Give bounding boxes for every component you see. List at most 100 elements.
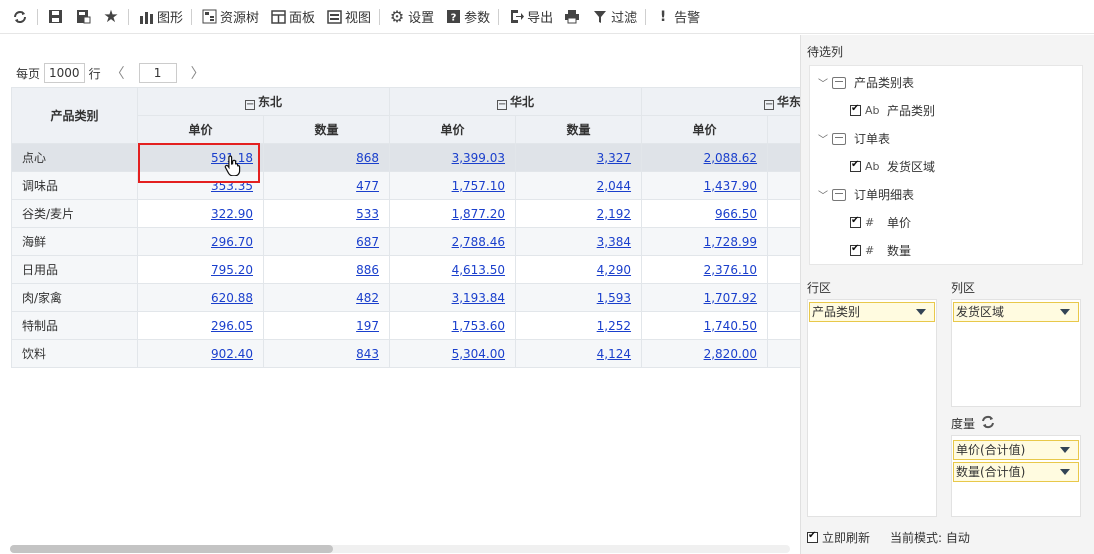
row-zone[interactable]: 产品类别: [807, 299, 937, 517]
value-link[interactable]: 533: [356, 207, 379, 221]
value-link[interactable]: 1,252: [597, 319, 631, 333]
dropdown-arrow-icon[interactable]: [916, 309, 926, 315]
dropdown-arrow-icon[interactable]: [1060, 447, 1070, 453]
region-header-huabei[interactable]: − 华北: [389, 87, 643, 116]
value-link[interactable]: 296.70: [211, 235, 253, 249]
scrollbar-thumb[interactable]: [10, 545, 333, 553]
value-link[interactable]: 1,757.10: [452, 179, 505, 193]
value-link[interactable]: 1,707.92: [704, 291, 757, 305]
dropdown-arrow-icon[interactable]: [1060, 469, 1070, 475]
value-link[interactable]: 2,088.62: [704, 151, 757, 165]
value-link[interactable]: 1,593: [597, 291, 631, 305]
value-link[interactable]: 3,399.03: [452, 151, 505, 165]
value-link[interactable]: 296.05: [211, 319, 253, 333]
collapse-icon[interactable]: −: [497, 100, 508, 110]
value-link[interactable]: 2,788.46: [452, 235, 505, 249]
value-link[interactable]: 868: [356, 151, 379, 165]
chevron-down-icon[interactable]: ﹀: [818, 131, 832, 146]
toolbar-separator: [37, 8, 38, 25]
horizontal-scrollbar[interactable]: [10, 545, 790, 553]
export-button[interactable]: 导出: [502, 4, 558, 30]
swap-icon[interactable]: [981, 415, 995, 432]
page-number-input[interactable]: 1: [138, 63, 177, 83]
field-checkbox[interactable]: [850, 215, 861, 228]
value-cell: 620.88: [137, 283, 264, 312]
favorite-button[interactable]: ★: [97, 4, 125, 30]
value-link[interactable]: 620.88: [211, 291, 253, 305]
measure-field-chip[interactable]: 数量(合计值): [953, 462, 1079, 482]
value-link[interactable]: 4,290: [597, 263, 631, 277]
next-page-button[interactable]: 〉: [191, 63, 205, 83]
save-as-button[interactable]: [69, 4, 97, 30]
value-link[interactable]: 2,044: [597, 179, 631, 193]
refresh-button[interactable]: [6, 4, 34, 30]
value-link[interactable]: 1,753.60: [452, 319, 505, 333]
chevron-down-icon[interactable]: ﹀: [818, 75, 832, 90]
value-link[interactable]: 2,192: [597, 207, 631, 221]
value-link[interactable]: 197: [356, 319, 379, 333]
svg-text:?: ?: [450, 13, 456, 24]
value-link[interactable]: 3,327: [597, 151, 631, 165]
prev-page-button[interactable]: 〈: [111, 63, 125, 83]
region-header-huadong[interactable]: − 华东: [641, 87, 800, 116]
tree-table-node[interactable]: ﹀ 订单表: [818, 130, 890, 147]
field-checkbox[interactable]: [850, 103, 861, 116]
value-link[interactable]: 687: [356, 235, 379, 249]
value-cell: 4,290: [515, 255, 643, 284]
value-link[interactable]: 3,193.84: [452, 291, 505, 305]
value-link[interactable]: 482: [356, 291, 379, 305]
value-link[interactable]: 1,728.99: [704, 235, 757, 249]
value-link[interactable]: 1,437.90: [704, 179, 757, 193]
collapse-icon[interactable]: −: [245, 100, 255, 110]
value-link[interactable]: 4,124: [597, 347, 631, 361]
value-link[interactable]: 2,376.10: [704, 263, 757, 277]
value-link[interactable]: 843: [356, 347, 379, 361]
region-header-dongbei[interactable]: − 东北: [136, 87, 391, 116]
row-field-chip[interactable]: 产品类别: [809, 302, 935, 322]
tree-field-node[interactable]: # 数量: [850, 242, 911, 259]
auto-refresh-checkbox[interactable]: [807, 530, 818, 543]
page-size-input[interactable]: 1000: [44, 63, 85, 83]
measure-field-chip[interactable]: 单价(合计值): [953, 440, 1079, 460]
field-checkbox[interactable]: [850, 159, 861, 172]
toolbar: ★ 图形 资源树 面板 视图 ⚙ 设置 ? 参数 导出 过滤 ! 告警: [0, 0, 1094, 34]
value-link[interactable]: 902.40: [211, 347, 253, 361]
value-link[interactable]: 886: [356, 263, 379, 277]
alert-button[interactable]: ! 告警: [649, 4, 705, 30]
params-button[interactable]: ? 参数: [439, 4, 495, 30]
value-link[interactable]: 795.20: [211, 263, 253, 277]
tree-field-node[interactable]: # 单价: [850, 214, 911, 231]
print-button[interactable]: [558, 4, 586, 30]
value-link[interactable]: 322.90: [211, 207, 253, 221]
panel-button[interactable]: 面板: [264, 4, 320, 30]
field-checkbox[interactable]: [850, 243, 861, 256]
row-label: 点心: [11, 143, 138, 172]
settings-button[interactable]: ⚙ 设置: [383, 4, 439, 30]
column-field-chip[interactable]: 发货区域: [953, 302, 1079, 322]
value-link[interactable]: 1,877.20: [452, 207, 505, 221]
value-link[interactable]: 1,740.50: [704, 319, 757, 333]
view-button[interactable]: 视图: [320, 4, 376, 30]
dropdown-arrow-icon[interactable]: [1060, 309, 1070, 315]
value-link[interactable]: 477: [356, 179, 379, 193]
filter-icon: [591, 8, 609, 26]
value-link[interactable]: 5,304.00: [452, 347, 505, 361]
column-zone[interactable]: 发货区域: [951, 299, 1081, 407]
tree-table-node[interactable]: ﹀ 订单明细表: [818, 186, 914, 203]
resource-tree-button[interactable]: 资源树: [195, 4, 264, 30]
collapse-icon[interactable]: −: [764, 100, 775, 110]
measure-zone[interactable]: 单价(合计值) 数量(合计值): [951, 435, 1081, 517]
value-link[interactable]: 3,384: [597, 235, 631, 249]
tree-table-node[interactable]: ﹀ 产品类别表: [818, 74, 914, 91]
value-link[interactable]: 4,613.50: [452, 263, 505, 277]
chevron-down-icon[interactable]: ﹀: [818, 187, 832, 202]
filter-button[interactable]: 过滤: [586, 4, 642, 30]
chart-button[interactable]: 图形: [132, 4, 188, 30]
tree-field-node[interactable]: Ab 发货区域: [850, 158, 935, 175]
value-link[interactable]: 353.35: [211, 179, 253, 193]
value-cell: 1,757.10: [389, 171, 517, 200]
value-link[interactable]: 2,820.00: [704, 347, 757, 361]
tree-field-node[interactable]: Ab 产品类别: [850, 102, 935, 119]
value-link[interactable]: 966.50: [715, 207, 757, 221]
save-button[interactable]: [41, 4, 69, 30]
